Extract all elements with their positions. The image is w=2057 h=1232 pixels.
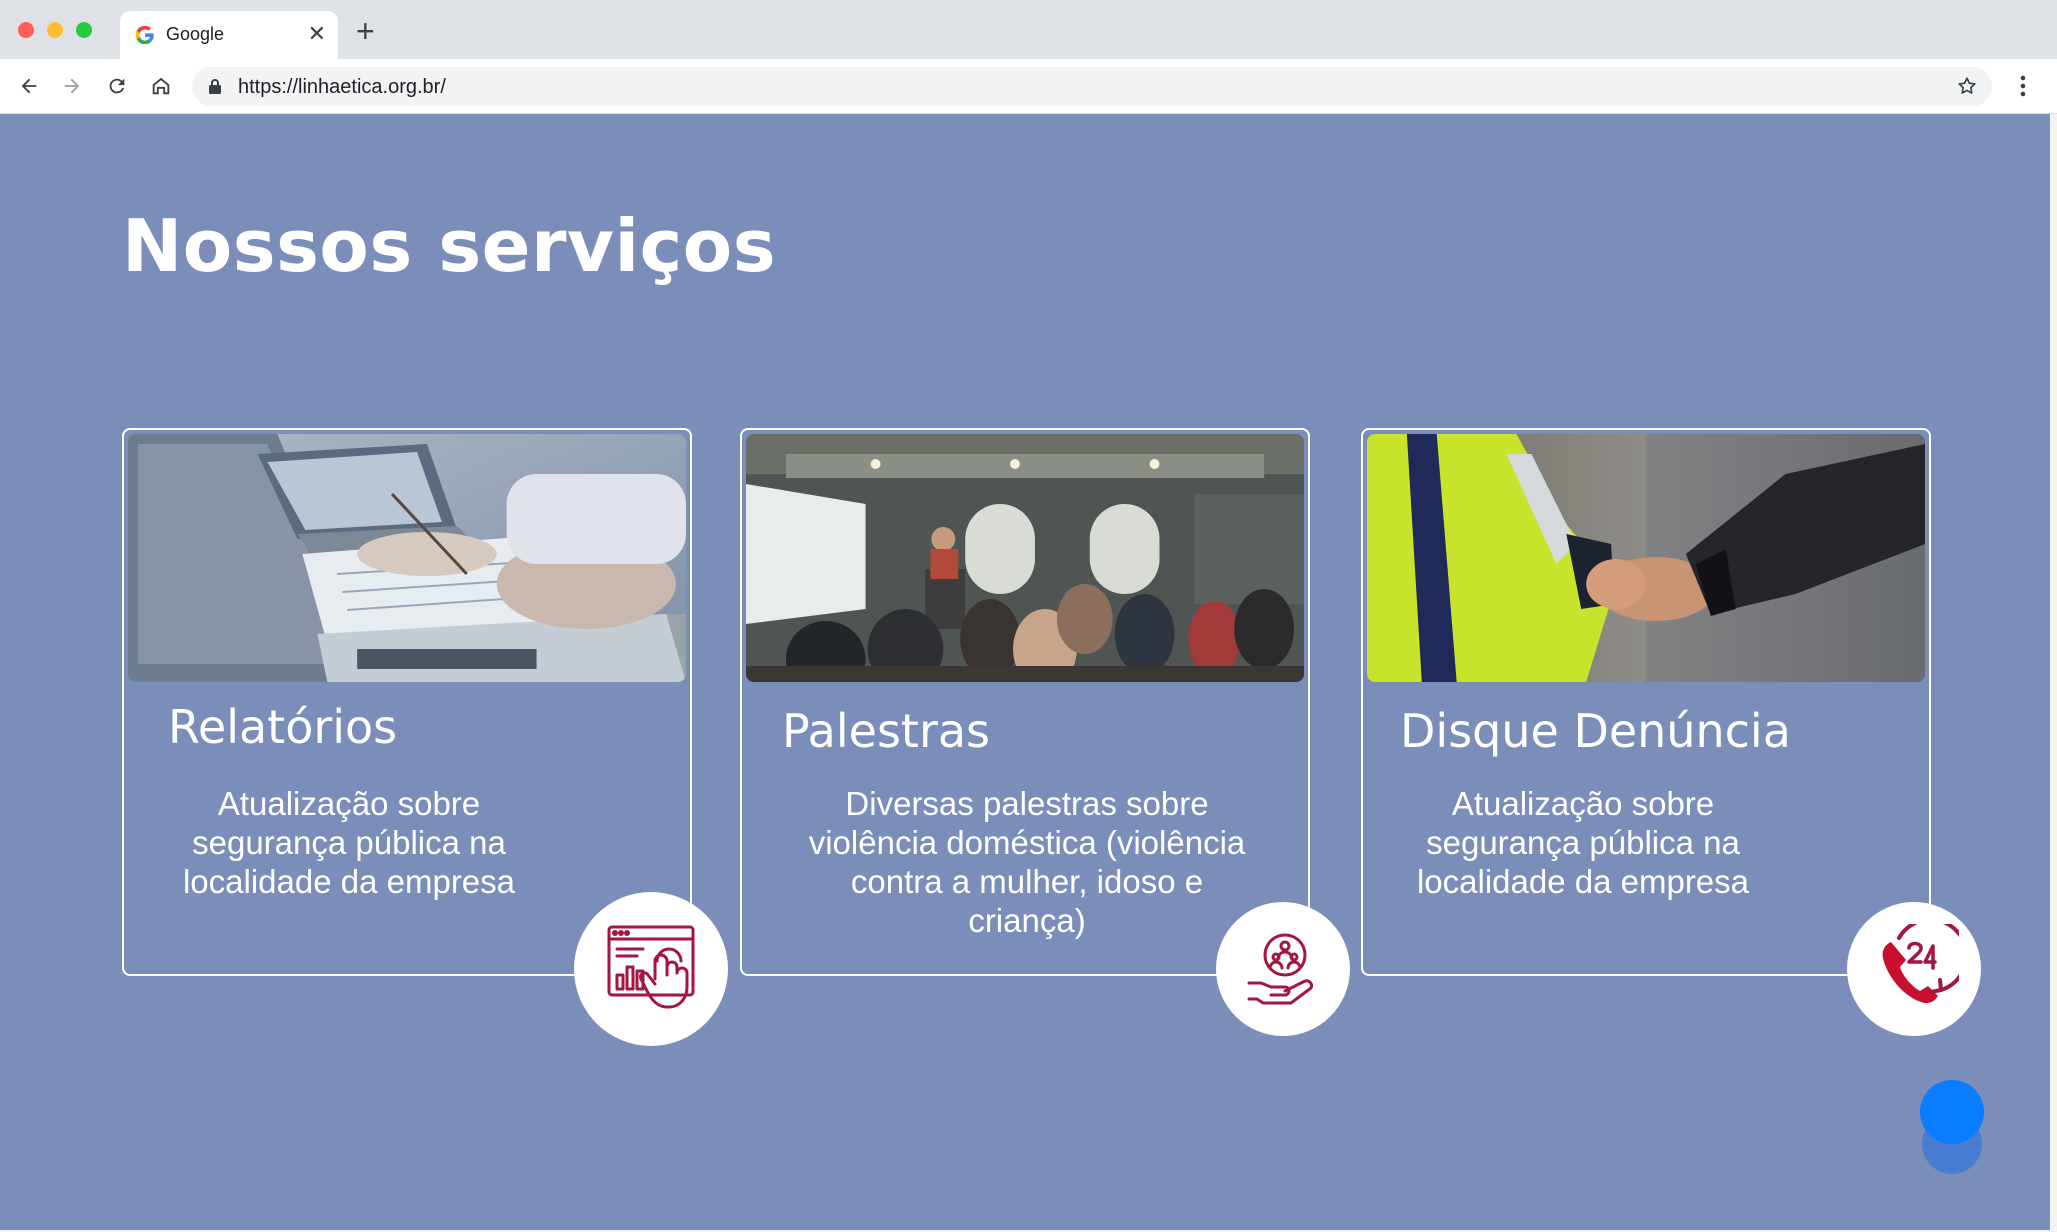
browser-toolbar: https://linhaetica.org.br/ <box>0 59 2057 114</box>
home-icon[interactable] <box>146 71 176 101</box>
card-title: Relatórios <box>168 700 398 754</box>
report-analytics-badge <box>574 892 728 1046</box>
card-description: Atualização sobre segurança pública na l… <box>182 785 516 900</box>
tab-title: Google <box>166 24 225 44</box>
phone-24h-icon <box>1882 924 1959 1004</box>
google-favicon-icon <box>135 25 154 45</box>
service-card-palestras[interactable]: Palestras Diversas palestras sobre violê… <box>740 428 1310 976</box>
community-care-icon <box>1247 933 1313 1005</box>
service-card-disque-denuncia[interactable]: Disque Denúncia Atualização sobre segura… <box>1361 428 1931 976</box>
window-close-button[interactable] <box>18 22 34 38</box>
community-care-badge <box>1216 902 1350 1036</box>
bookmark-star-icon[interactable] <box>1956 75 1978 97</box>
url-text: https://linhaetica.org.br/ <box>238 76 446 98</box>
card-image-lecture-room <box>746 434 1304 682</box>
card-image-handshake <box>1367 434 1925 682</box>
browser-tab[interactable]: Google ✕ <box>120 11 338 59</box>
chat-widget-button[interactable] <box>1920 1080 1984 1144</box>
new-tab-button[interactable]: + <box>356 15 375 47</box>
phone-24h-badge <box>1847 902 1981 1036</box>
card-image-laptops <box>128 434 686 682</box>
page-content: Nossos serviços Relatórios Atualização s… <box>0 114 2057 1232</box>
card-title: Palestras <box>782 704 991 758</box>
window-minimize-button[interactable] <box>47 22 63 38</box>
section-title: Nossos serviços <box>122 204 777 288</box>
forward-icon[interactable] <box>57 71 87 101</box>
browser-menu-icon[interactable] <box>2016 73 2030 99</box>
reload-icon[interactable] <box>102 71 132 101</box>
browser-titlebar: Google ✕ + <box>0 0 2057 59</box>
card-title: Disque Denúncia <box>1400 704 1791 758</box>
service-card-relatorios[interactable]: Relatórios Atualização sobre segurança p… <box>122 428 692 976</box>
address-bar[interactable]: https://linhaetica.org.br/ <box>192 67 1992 106</box>
report-analytics-icon <box>607 925 695 1009</box>
card-description: Atualização sobre segurança pública na l… <box>1416 785 1750 900</box>
window-zoom-button[interactable] <box>76 22 92 38</box>
back-icon[interactable] <box>14 71 44 101</box>
card-description: Diversas palestras sobre violência domés… <box>808 785 1246 939</box>
scrollbar-track[interactable] <box>2050 114 2057 1232</box>
tab-close-icon[interactable]: ✕ <box>308 21 326 47</box>
lock-icon <box>209 79 221 94</box>
